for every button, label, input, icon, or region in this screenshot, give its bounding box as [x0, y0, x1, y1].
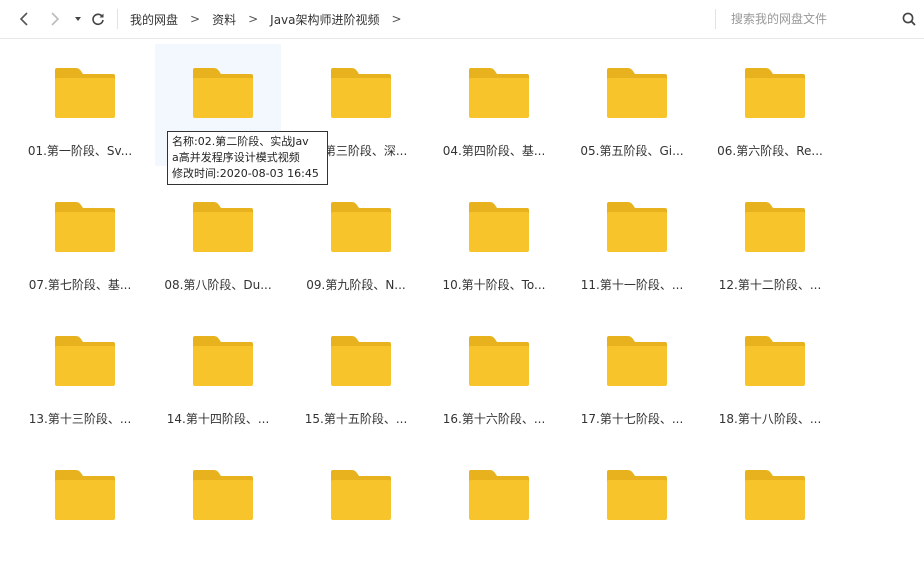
- history-dropdown[interactable]: [68, 9, 88, 29]
- folder-tooltip: 名称:02.第二阶段、实战Jav a高并发程序设计模式视频 修改时间:2020-…: [167, 131, 328, 185]
- folder-item[interactable]: 14.第十四阶段、...: [155, 312, 281, 434]
- folder-name: 16.第十六阶段、...: [442, 412, 546, 426]
- back-button[interactable]: [15, 9, 35, 29]
- folder-icon: [193, 336, 253, 386]
- folder-icon: [331, 202, 391, 252]
- folder-name: 07.第七阶段、基...: [28, 278, 132, 292]
- folder-item[interactable]: 15.第十五阶段、...: [293, 312, 419, 434]
- folder-item[interactable]: 09.第九阶段、N...: [293, 178, 419, 300]
- breadcrumb-expand-icon[interactable]: >: [392, 12, 402, 26]
- folder-name: 17.第十七阶段、...: [580, 412, 684, 426]
- folder-name: 15.第十五阶段、...: [304, 412, 408, 426]
- folder-icon: [55, 202, 115, 252]
- folder-item[interactable]: 17.第十七阶段、...: [569, 312, 695, 434]
- folder-icon: [607, 470, 667, 520]
- folder-icon: [745, 202, 805, 252]
- folder-icon: [193, 470, 253, 520]
- tooltip-modified-time: 修改时间:2020-08-03 16:45: [172, 167, 319, 180]
- folder-item[interactable]: 06.第六阶段、Re...: [707, 44, 833, 166]
- folder-icon: [469, 68, 529, 118]
- folder-item[interactable]: [155, 446, 281, 568]
- folder-icon: [193, 202, 253, 252]
- folder-icon: [55, 68, 115, 118]
- folder-name: 01.第一阶段、Sv...: [27, 144, 133, 158]
- folder-icon: [55, 336, 115, 386]
- folder-name: 08.第八阶段、Du...: [164, 278, 272, 292]
- folder-name: 05.第五阶段、Gi...: [580, 144, 684, 158]
- folder-item[interactable]: 08.第八阶段、Du...: [155, 178, 281, 300]
- toolbar-divider: [117, 9, 118, 29]
- tooltip-name-line-continued: a高并发程序设计模式视频: [172, 151, 300, 164]
- caret-down-icon: [75, 17, 81, 21]
- folder-name: 06.第六阶段、Re...: [717, 144, 823, 158]
- folder-name: 18.第十八阶段、...: [718, 412, 822, 426]
- folder-item[interactable]: [569, 446, 695, 568]
- search-divider: [715, 9, 716, 29]
- folder-item[interactable]: 10.第十阶段、To...: [431, 178, 557, 300]
- folder-icon: [469, 336, 529, 386]
- folder-item[interactable]: 11.第十一阶段、...: [569, 178, 695, 300]
- folder-icon: [193, 68, 253, 118]
- folder-name: 12.第十二阶段、...: [718, 278, 822, 292]
- folder-name: 13.第十三阶段、...: [28, 412, 132, 426]
- folder-item[interactable]: 05.第五阶段、Gi...: [569, 44, 695, 166]
- folder-grid: 01.第一阶段、Sv... 03.第三阶段、深... 04.第四阶段、基... 05.…: [17, 44, 833, 568]
- folder-item[interactable]: 18.第十八阶段、...: [707, 312, 833, 434]
- folder-icon: [331, 336, 391, 386]
- folder-item[interactable]: [17, 446, 143, 568]
- breadcrumb: 我的网盘 > 资料 > Java架构师进阶视频 >: [130, 10, 414, 28]
- folder-name: 11.第十一阶段、...: [580, 278, 684, 292]
- folder-icon: [331, 68, 391, 118]
- folder-item[interactable]: 16.第十六阶段、...: [431, 312, 557, 434]
- folder-name: 09.第九阶段、N...: [306, 278, 406, 292]
- breadcrumb-separator-icon: >: [248, 12, 259, 26]
- breadcrumb-item-my-drive[interactable]: 我的网盘: [130, 11, 178, 28]
- folder-icon: [745, 336, 805, 386]
- folder-item[interactable]: [293, 446, 419, 568]
- folder-item[interactable]: [707, 446, 833, 568]
- chevron-left-icon: [19, 12, 28, 26]
- folder-name: 14.第十四阶段、...: [166, 412, 270, 426]
- folder-item[interactable]: 07.第七阶段、基...: [17, 178, 143, 300]
- folder-name: 04.第四阶段、基...: [442, 144, 546, 158]
- breadcrumb-separator-icon: >: [190, 12, 201, 26]
- search-button[interactable]: [899, 9, 919, 29]
- breadcrumb-item-materials[interactable]: 资料: [212, 11, 236, 28]
- folder-icon: [607, 336, 667, 386]
- refresh-button[interactable]: [88, 9, 108, 29]
- folder-icon: [607, 202, 667, 252]
- folder-item[interactable]: [431, 446, 557, 568]
- forward-button[interactable]: [44, 9, 64, 29]
- search-icon: [902, 12, 916, 26]
- tooltip-name-line: 名称:02.第二阶段、实战Jav: [172, 135, 309, 148]
- chevron-right-icon: [51, 12, 60, 26]
- folder-icon: [331, 470, 391, 520]
- folder-icon: [55, 470, 115, 520]
- search-input[interactable]: [731, 9, 881, 29]
- folder-item[interactable]: 13.第十三阶段、...: [17, 312, 143, 434]
- refresh-icon: [92, 13, 104, 26]
- breadcrumb-item-current-folder[interactable]: Java架构师进阶视频: [270, 11, 379, 28]
- folder-icon: [469, 202, 529, 252]
- folder-icon: [745, 470, 805, 520]
- folder-name: 10.第十阶段、To...: [442, 278, 546, 292]
- folder-icon: [745, 68, 805, 118]
- toolbar: 我的网盘 > 资料 > Java架构师进阶视频 >: [0, 0, 924, 39]
- folder-item[interactable]: 12.第十二阶段、...: [707, 178, 833, 300]
- folder-icon: [469, 470, 529, 520]
- folder-icon: [607, 68, 667, 118]
- folder-item[interactable]: 04.第四阶段、基...: [431, 44, 557, 166]
- folder-item[interactable]: 01.第一阶段、Sv...: [17, 44, 143, 166]
